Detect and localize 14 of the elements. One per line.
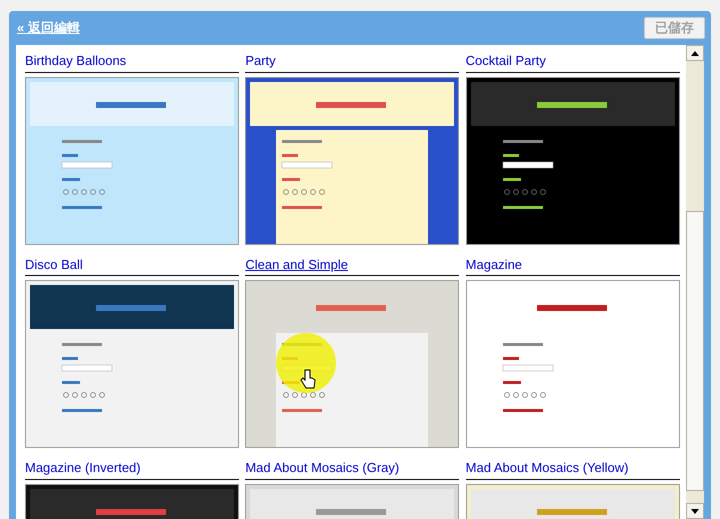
scrollbar[interactable] — [686, 45, 704, 519]
theme-link[interactable]: Magazine — [466, 254, 680, 276]
theme-link[interactable]: Birthday Balloons — [25, 51, 239, 72]
theme-link[interactable]: Mad About Mosaics (Gray) — [245, 458, 460, 480]
theme-link[interactable]: Cocktail Party — [466, 51, 680, 72]
theme-link[interactable]: Disco Ball — [25, 254, 239, 276]
theme-link[interactable]: Party — [245, 51, 460, 72]
theme-link[interactable]: Mad About Mosaics (Yellow) — [466, 458, 680, 480]
hand-pointer-icon — [300, 369, 316, 389]
theme-link[interactable]: Clean and Simple — [245, 254, 460, 276]
theme-link[interactable]: Magazine (Inverted) — [25, 458, 239, 480]
scroll-down-icon[interactable] — [686, 503, 704, 519]
scroll-thumb[interactable] — [686, 211, 704, 491]
scroll-up-icon[interactable] — [686, 45, 704, 61]
